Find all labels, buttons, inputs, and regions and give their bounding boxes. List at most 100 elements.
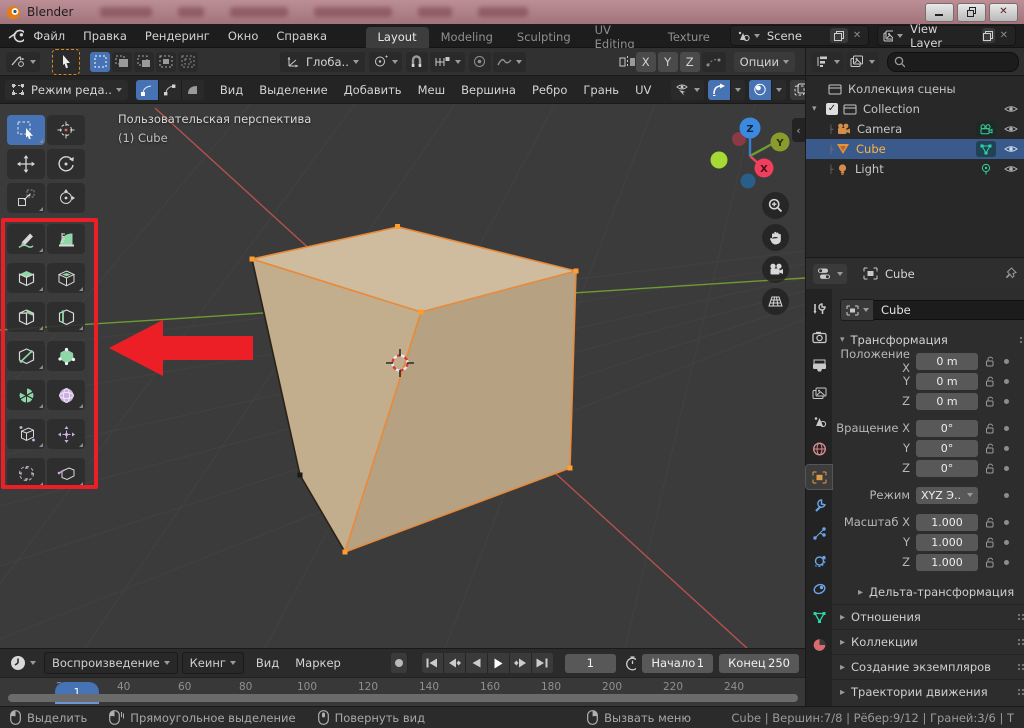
tool-extrude-region-button[interactable] <box>7 263 45 293</box>
editor-type-selector[interactable] <box>6 52 40 72</box>
scene-collection-row[interactable]: Коллекция сцены <box>806 79 1024 99</box>
pin-icon[interactable] <box>1004 267 1017 281</box>
drag-dots-icon[interactable] <box>1017 663 1024 671</box>
timeline-scrollbar[interactable] <box>8 694 798 702</box>
titlebar[interactable]: Blender ✕ <box>0 0 1024 24</box>
camera-data-icon[interactable] <box>976 121 996 137</box>
camera-row[interactable]: ├ Camera <box>806 119 1024 139</box>
rotation-y-field[interactable]: 0° <box>916 440 978 457</box>
scale-y-field[interactable]: 1.000 <box>916 534 978 551</box>
options-dropdown[interactable]: Опции <box>734 52 795 72</box>
scene-selector[interactable]: Scene ✕ <box>730 25 869 46</box>
animate-dot[interactable] <box>1004 446 1009 451</box>
zoom-button[interactable] <box>762 192 789 219</box>
navigation-gizmo[interactable]: Z Y X <box>703 112 795 204</box>
object-id-icon[interactable] <box>840 299 874 321</box>
tool-edge-slide-button[interactable] <box>7 419 45 449</box>
drag-dots-icon[interactable] <box>1019 336 1024 344</box>
timeline-marker-menu[interactable]: Маркер <box>287 656 349 670</box>
tool-rotate-button[interactable] <box>47 149 85 179</box>
select-menu[interactable]: Выделение <box>251 83 336 97</box>
menu-edit[interactable]: Правка <box>74 29 136 43</box>
tool-inset-faces-button[interactable] <box>47 263 85 293</box>
view-layer-selector[interactable]: View Layer ✕ <box>877 25 1016 46</box>
eye-icon[interactable] <box>1004 124 1018 134</box>
tab-world[interactable] <box>806 437 832 461</box>
tab-object-data[interactable] <box>806 605 832 629</box>
tab-tool[interactable] <box>806 297 832 321</box>
active-tool-preview[interactable] <box>52 49 80 75</box>
keying-dropdown[interactable]: Кеинг <box>182 652 244 674</box>
select-mode-set-button[interactable] <box>90 52 110 72</box>
proportional-editing-viewport-toggle[interactable] <box>749 80 771 100</box>
outliner-display-mode-dropdown[interactable] <box>811 52 844 72</box>
tab-output[interactable] <box>806 353 832 377</box>
mirror-y-button[interactable]: Y <box>658 52 678 72</box>
face-menu[interactable]: Грань <box>575 83 627 97</box>
unlink-scene-icon[interactable]: ✕ <box>848 30 866 41</box>
object-name-input[interactable] <box>874 300 1024 320</box>
lock-icon[interactable] <box>982 557 998 568</box>
tool-to-sphere-button[interactable] <box>7 458 45 488</box>
delta-transform-panel[interactable]: ▸Дельта-трансформация <box>832 580 1024 604</box>
stopwatch-icon[interactable] <box>625 656 636 671</box>
jump-to-start-button[interactable] <box>422 653 444 673</box>
vertex-select-button[interactable] <box>136 80 159 100</box>
select-mode-subtract-button[interactable] <box>134 52 154 72</box>
new-view-layer-button[interactable] <box>982 28 995 43</box>
tool-smooth-button[interactable] <box>47 380 85 410</box>
frame-end-field[interactable]: Конец250 <box>719 654 799 673</box>
sidebar-collapse-tab[interactable]: ‹ <box>792 118 805 142</box>
animate-dot[interactable] <box>1004 520 1009 525</box>
select-mode-extend-button[interactable] <box>112 52 132 72</box>
tab-render[interactable] <box>806 325 832 349</box>
mirror-x-button[interactable]: X <box>636 52 656 72</box>
next-keyframe-button[interactable] <box>510 653 532 673</box>
select-mode-intersect-button[interactable] <box>178 52 198 72</box>
workspace-tab-modeling[interactable]: Modeling <box>429 27 505 48</box>
collection-checkbox[interactable]: ✓ <box>826 103 838 115</box>
remove-view-layer-icon[interactable]: ✕ <box>995 30 1013 41</box>
snap-dropdown-arrow[interactable] <box>730 80 745 100</box>
toggle-ortho-button[interactable] <box>762 288 789 315</box>
falloff-dropdown[interactable] <box>493 52 526 72</box>
snap-toggle-viewport[interactable] <box>708 80 730 100</box>
tool-cursor-button[interactable] <box>47 115 85 145</box>
tool-transform-button[interactable] <box>47 183 85 213</box>
new-scene-button[interactable] <box>830 28 848 43</box>
lock-icon[interactable] <box>982 463 998 474</box>
view-menu[interactable]: Вид <box>212 83 251 97</box>
tool-knife-button[interactable] <box>7 341 45 371</box>
scale-z-field[interactable]: 1.000 <box>916 554 978 571</box>
snap-toggle[interactable] <box>406 52 428 72</box>
overlays-toggle[interactable] <box>790 80 805 100</box>
menu-window[interactable]: Окно <box>219 29 268 43</box>
animate-dot[interactable] <box>1004 426 1009 431</box>
light-data-icon[interactable] <box>976 161 996 177</box>
eye-icon[interactable] <box>1004 104 1018 114</box>
workspace-tab-texture[interactable]: Texture <box>656 27 722 48</box>
timeline-editor-type-dropdown[interactable] <box>6 653 40 673</box>
tool-measure-button[interactable] <box>47 224 85 254</box>
tool-annotate-button[interactable] <box>7 224 45 254</box>
select-mode-invert-button[interactable] <box>156 52 176 72</box>
rotation-x-field[interactable]: 0° <box>916 420 978 437</box>
camera-view-button[interactable] <box>762 256 789 283</box>
pivot-point-dropdown[interactable] <box>369 52 402 72</box>
tool-select-box-button[interactable] <box>7 115 45 145</box>
tool-move-button[interactable] <box>7 149 45 179</box>
tab-physics[interactable] <box>806 549 832 573</box>
properties-editor-type-dropdown[interactable] <box>813 264 847 284</box>
collection-row[interactable]: ▾ ✓ Collection <box>806 99 1024 119</box>
playback-dropdown[interactable]: Воспроизведение <box>44 652 178 674</box>
tab-view-layer[interactable] <box>806 381 832 405</box>
tool-poly-build-button[interactable] <box>47 341 85 371</box>
transform-orientation-dropdown[interactable]: Глоба.. <box>280 52 365 72</box>
drag-dots-icon[interactable] <box>1017 688 1024 696</box>
outliner-search[interactable] <box>887 52 1019 72</box>
motion-paths-panel[interactable]: ▸Траектории движения <box>832 679 1024 704</box>
maximize-button[interactable] <box>957 3 986 22</box>
snap-target-dropdown[interactable] <box>430 52 465 72</box>
light-row[interactable]: ├ Light <box>806 159 1024 179</box>
lock-icon[interactable] <box>982 537 998 548</box>
